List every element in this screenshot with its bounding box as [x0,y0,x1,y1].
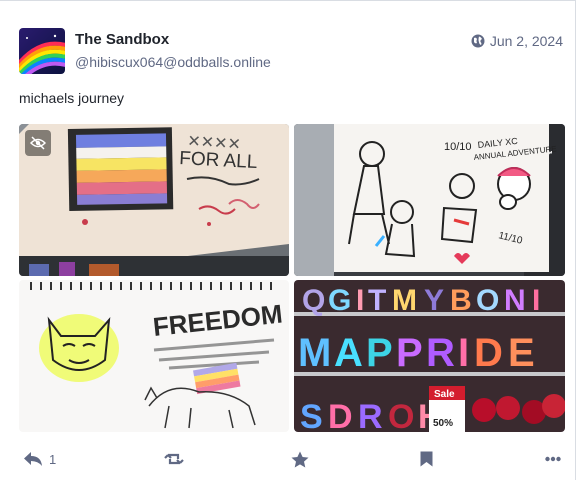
svg-text:B: B [450,284,472,317]
status-action-bar: 1 [0,443,577,475]
media-gallery: ✕✕✕✕ FOR ALL Br [19,124,565,432]
avatar[interactable] [19,28,65,74]
svg-text:M: M [298,331,331,375]
account-handle[interactable]: @hibiscux064@oddballs.online [75,54,271,70]
boost-icon [164,453,184,465]
hide-media-button[interactable] [25,130,51,156]
reply-count: 1 [49,451,57,467]
svg-text:R: R [426,331,455,375]
svg-text:R: R [358,398,383,432]
status-card: The Sandbox @hibiscux064@oddballs.online… [0,0,576,480]
sale-sign-percent: 50% [433,418,453,429]
media-item-balloon-photo[interactable]: Q G I T M Y B O N I M A P P R I D E S D … [294,280,565,432]
svg-text:Y: Y [424,284,444,317]
more-options-button[interactable] [545,447,561,471]
svg-text:M: M [392,284,417,317]
svg-text:G: G [328,284,351,317]
status-timestamp[interactable]: Jun 2, 2024 [471,33,563,49]
svg-text:FOR ALL: FOR ALL [179,148,258,173]
status-content: michaels journey [19,90,125,106]
svg-text:E: E [508,331,535,375]
svg-text:P: P [396,331,423,375]
eye-slash-icon [30,136,46,150]
bookmark-icon [420,451,433,467]
globe-icon [471,34,485,48]
svg-text:D: D [328,398,353,432]
ellipsis-icon [545,456,561,462]
display-name[interactable]: The Sandbox [75,31,169,48]
media-item-freedom-drawing[interactable]: FREEDOM [19,280,289,432]
svg-text:Q: Q [302,284,325,317]
boost-button[interactable] [164,447,184,471]
svg-text:O: O [388,398,414,432]
svg-text:O: O [476,284,499,317]
svg-text:N: N [504,284,526,317]
media-item-character-drawing[interactable]: Br & 10/10 DAILY XC ANNUAL ADVENTURE [294,124,565,276]
svg-text:T: T [368,284,386,317]
media-item-flag-drawing[interactable]: ✕✕✕✕ FOR ALL [19,124,289,276]
bookmark-button[interactable] [420,447,433,471]
svg-text:A: A [334,331,363,375]
svg-text:S: S [300,398,323,432]
favourite-button[interactable] [291,447,309,471]
reply-button[interactable]: 1 [23,447,56,471]
sale-sign-label: Sale [434,389,455,400]
status-date: Jun 2, 2024 [489,33,563,49]
svg-text:P: P [366,331,393,375]
star-icon [291,451,309,467]
svg-text:10/10: 10/10 [444,141,472,153]
svg-text:I: I [458,331,469,375]
svg-text:I: I [532,284,540,317]
rainbow-avatar-icon [19,28,65,74]
reply-icon [24,452,42,466]
svg-text:I: I [356,284,364,317]
svg-text:D: D [474,331,503,375]
